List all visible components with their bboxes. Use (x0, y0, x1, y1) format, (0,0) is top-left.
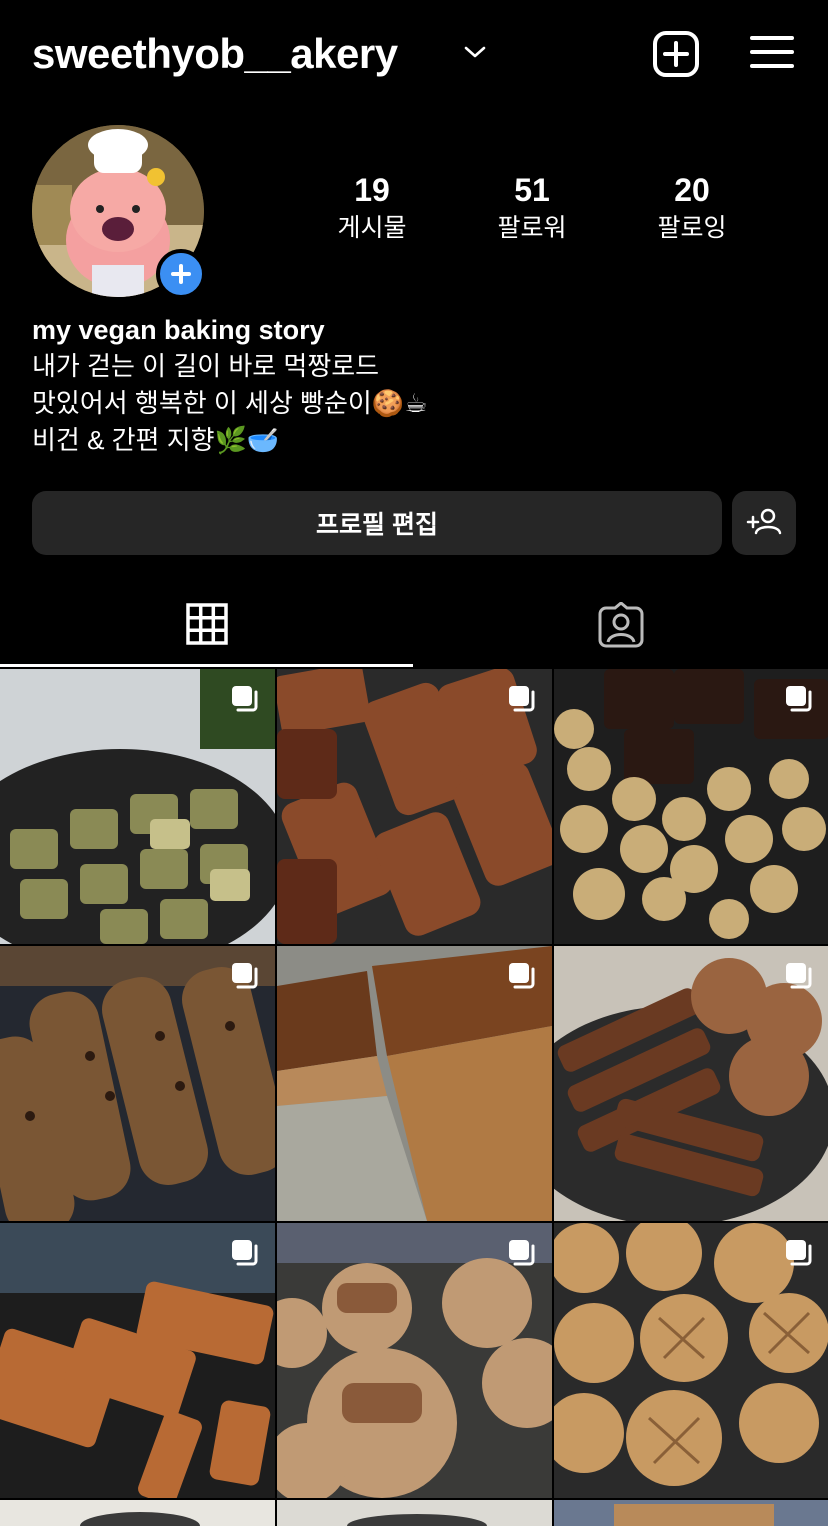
tab-grid[interactable] (0, 590, 413, 666)
post-thumbnail[interactable] (0, 1500, 275, 1526)
multiple-posts-icon (232, 963, 258, 989)
bio-line: 내가 걷는 이 길이 바로 먹짱로드 (32, 351, 380, 381)
post-image (0, 1500, 275, 1526)
stat-followers[interactable]: 51 팔로워 (452, 170, 612, 244)
stat-value: 19 (354, 172, 390, 208)
post-image (277, 1500, 552, 1526)
post-image (554, 1500, 828, 1526)
profile-avatar-container[interactable] (32, 125, 206, 299)
multiple-posts-icon (786, 1240, 812, 1266)
tagged-person-icon (598, 602, 644, 648)
stat-label: 팔로잉 (657, 214, 727, 242)
profile-bio: my vegan baking story 내가 걷는 이 길이 바로 먹짱로드… (32, 312, 792, 459)
post-thumbnail[interactable] (554, 669, 828, 944)
post-thumbnail[interactable] (277, 1223, 552, 1498)
edit-profile-button[interactable]: 프로필 편집 (32, 491, 722, 555)
multiple-posts-icon (509, 1240, 535, 1266)
post-thumbnail[interactable] (277, 946, 552, 1221)
stat-following[interactable]: 20 팔로잉 (612, 170, 772, 244)
stat-value: 51 (514, 172, 550, 208)
multiple-posts-icon (786, 963, 812, 989)
multiple-posts-icon (232, 686, 258, 712)
multiple-posts-icon (509, 686, 535, 712)
plus-circle-icon[interactable] (156, 249, 206, 299)
add-person-icon (746, 508, 782, 535)
tab-tagged[interactable] (413, 590, 828, 666)
bio-line: 비건 & 간편 지향🌿🥣 (32, 425, 280, 455)
stat-label: 게시물 (337, 214, 407, 242)
top-bar: sweethyob__akery (0, 0, 828, 110)
post-thumbnail[interactable] (277, 1500, 552, 1526)
grid-icon (186, 603, 228, 645)
post-thumbnail[interactable] (0, 946, 275, 1221)
multiple-posts-icon (232, 1240, 258, 1266)
hamburger-menu-icon[interactable] (750, 32, 794, 72)
post-thumbnail[interactable] (554, 1500, 828, 1526)
username[interactable]: sweethyob__akery (32, 28, 398, 80)
multiple-posts-icon (786, 686, 812, 712)
chevron-down-icon[interactable] (462, 42, 488, 62)
active-tab-indicator (0, 664, 413, 667)
post-thumbnail[interactable] (277, 669, 552, 944)
stat-posts[interactable]: 19 게시물 (292, 170, 452, 244)
stat-label: 팔로워 (497, 214, 567, 242)
post-thumbnail[interactable] (554, 946, 828, 1221)
multiple-posts-icon (509, 963, 535, 989)
post-thumbnail[interactable] (554, 1223, 828, 1498)
plus-square-icon[interactable] (652, 30, 700, 78)
discover-people-button[interactable] (732, 491, 796, 555)
bio-line: 맛있어서 행복한 이 세상 빵순이🍪☕ (32, 388, 428, 418)
bio-name: my vegan baking story (32, 315, 325, 345)
post-thumbnail[interactable] (0, 669, 275, 944)
stat-value: 20 (674, 172, 710, 208)
post-thumbnail[interactable] (0, 1223, 275, 1498)
